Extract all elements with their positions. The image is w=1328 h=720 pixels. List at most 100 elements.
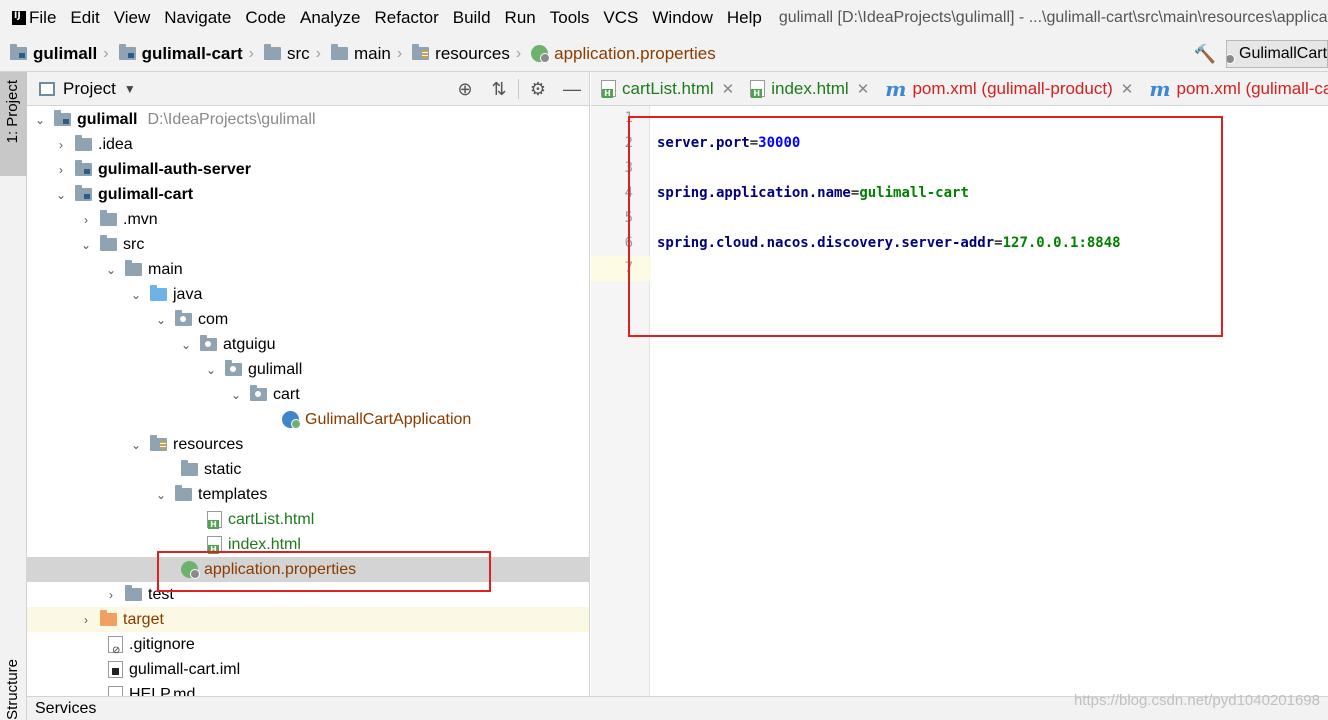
- tree-node-gulimall-cart-iml[interactable]: gulimall-cart.iml: [27, 657, 589, 682]
- collapsed-arrow-icon[interactable]: ›: [54, 138, 68, 152]
- tree-node-resources[interactable]: ⌄ resources: [27, 432, 589, 457]
- tree-node-gulimall[interactable]: ⌄ gulimall D:\IdeaProjects\gulimall: [27, 107, 589, 132]
- close-icon[interactable]: ✕: [1121, 80, 1134, 98]
- tab-cartlist-html[interactable]: cartList.html ✕: [591, 79, 740, 99]
- tree-node-label: atguigu: [223, 335, 276, 353]
- tree-node-atguigu[interactable]: ⌄ atguigu: [27, 332, 589, 357]
- menu-run[interactable]: Run: [498, 8, 543, 28]
- expanded-arrow-icon[interactable]: ⌄: [129, 288, 143, 302]
- breadcrumb-resources[interactable]: resources ›: [402, 44, 521, 64]
- spring-boot-class-icon: [282, 411, 301, 429]
- tree-node-com[interactable]: ⌄ com: [27, 307, 589, 332]
- expanded-arrow-icon[interactable]: ⌄: [129, 438, 143, 452]
- red-highlight-box: [157, 551, 491, 592]
- tree-node-label: gulimall: [248, 360, 303, 378]
- menu-edit[interactable]: Edit: [63, 8, 106, 28]
- package-icon: [225, 360, 242, 376]
- run-config-label: GulimallCartApplication: [1239, 45, 1328, 62]
- tree-node-main[interactable]: ⌄ main: [27, 257, 589, 282]
- close-icon[interactable]: ✕: [857, 80, 870, 98]
- project-panel: Project ▼ ⊕ ⇅ ⚙ — ⌄ gulimall D:\IdeaProj…: [27, 72, 590, 696]
- tree-node-gulimall-cart-application[interactable]: GulimallCartApplication: [27, 407, 589, 432]
- expanded-arrow-icon[interactable]: ⌄: [33, 113, 47, 127]
- build-hammer-icon[interactable]: 🔨: [1194, 44, 1216, 65]
- hide-panel-icon[interactable]: —: [555, 79, 589, 100]
- expanded-arrow-icon[interactable]: ⌄: [154, 488, 168, 502]
- expanded-arrow-icon[interactable]: ⌄: [229, 388, 243, 402]
- expanded-arrow-icon[interactable]: ⌄: [204, 363, 218, 377]
- tab-index-html[interactable]: index.html ✕: [740, 79, 875, 99]
- module-folder-icon: [75, 160, 92, 176]
- folder-icon: [100, 210, 117, 226]
- line-number: 4: [624, 185, 633, 201]
- breadcrumb-src[interactable]: src ›: [254, 44, 321, 64]
- folder-icon: [125, 585, 142, 601]
- tree-node-cart[interactable]: ⌄ cart: [27, 382, 589, 407]
- tab-pom-gulimall-cart[interactable]: m pom.xml (gulimall-cart): [1139, 77, 1328, 101]
- structure-tool-window-button[interactable]: Structure: [4, 659, 21, 720]
- tree-node-src[interactable]: ⌄ src: [27, 232, 589, 257]
- tree-node-cartlist-html[interactable]: cartList.html: [27, 507, 589, 532]
- menu-refactor[interactable]: Refactor: [367, 8, 445, 28]
- tree-node-gulimall-auth-server[interactable]: › gulimall-auth-server: [27, 157, 589, 182]
- tree-node-mvn[interactable]: › .mvn: [27, 207, 589, 232]
- menu-navigate[interactable]: Navigate: [157, 8, 238, 28]
- expanded-arrow-icon[interactable]: ⌄: [179, 338, 193, 352]
- menu-vcs[interactable]: VCS: [596, 8, 645, 28]
- tree-node-java[interactable]: ⌄ java: [27, 282, 589, 307]
- tree-node-templates[interactable]: ⌄ templates: [27, 482, 589, 507]
- html-file-icon: [601, 80, 616, 98]
- breadcrumb-gulimall-cart[interactable]: gulimall-cart ›: [109, 44, 254, 64]
- collapsed-arrow-icon[interactable]: ›: [79, 213, 93, 227]
- tree-node-help-md[interactable]: HELP.md: [27, 682, 589, 697]
- folder-icon: [330, 44, 348, 60]
- html-file-icon: [750, 80, 766, 98]
- run-configuration-selector[interactable]: GulimallCartApplication: [1226, 40, 1328, 68]
- tree-node-label: HELP.md: [129, 685, 196, 697]
- breadcrumb-gulimall[interactable]: gulimall ›: [0, 44, 109, 64]
- menu-window[interactable]: Window: [645, 8, 719, 28]
- tree-node-gulimall-cart[interactable]: ⌄ gulimall-cart: [27, 182, 589, 207]
- expanded-arrow-icon[interactable]: ⌄: [104, 263, 118, 277]
- project-view-selector[interactable]: Project: [63, 79, 116, 99]
- tree-node-gitignore[interactable]: .gitignore: [27, 632, 589, 657]
- menu-build[interactable]: Build: [446, 8, 498, 28]
- expanded-arrow-icon[interactable]: ⌄: [79, 238, 93, 252]
- breadcrumb-label: gulimall: [33, 43, 98, 63]
- iml-file-icon: [108, 661, 123, 678]
- menu-code[interactable]: Code: [238, 8, 293, 28]
- breadcrumb-label: main: [353, 43, 391, 63]
- menu-file[interactable]: File: [22, 8, 63, 28]
- tree-node-gulimall-package[interactable]: ⌄ gulimall: [27, 357, 589, 382]
- collapsed-arrow-icon[interactable]: ›: [54, 163, 68, 177]
- project-tool-window-button[interactable]: 1: Project: [0, 72, 27, 176]
- project-panel-header: Project ▼ ⊕ ⇅ ⚙ —: [27, 72, 589, 106]
- line-number: 3: [624, 160, 633, 176]
- locate-file-icon[interactable]: ⊕: [448, 79, 482, 100]
- tree-node-label: .mvn: [123, 210, 158, 228]
- menu-tools[interactable]: Tools: [543, 8, 597, 28]
- line-number: 7: [624, 260, 633, 276]
- package-icon: [200, 335, 217, 351]
- collapsed-arrow-icon[interactable]: ›: [104, 588, 118, 602]
- tree-node-static[interactable]: static: [27, 457, 589, 482]
- breadcrumb-main[interactable]: main ›: [321, 44, 402, 64]
- expanded-arrow-icon[interactable]: ⌄: [54, 188, 68, 202]
- breadcrumb-application-properties[interactable]: application.properties: [521, 44, 716, 64]
- tree-node-target[interactable]: › target: [27, 607, 589, 632]
- tab-pom-gulimall-product[interactable]: m pom.xml (gulimall-product) ✕: [875, 77, 1139, 101]
- menu-analyze[interactable]: Analyze: [293, 8, 367, 28]
- tab-label: pom.xml (gulimall-cart): [1176, 78, 1328, 98]
- close-icon[interactable]: ✕: [722, 80, 735, 98]
- tab-label: pom.xml (gulimall-product): [912, 78, 1113, 98]
- services-tool-button[interactable]: Services: [35, 700, 96, 718]
- dropdown-caret-icon[interactable]: ▼: [124, 82, 136, 96]
- collapsed-arrow-icon[interactable]: ›: [79, 613, 93, 627]
- expanded-arrow-icon[interactable]: ⌄: [154, 313, 168, 327]
- project-tool-label: 1: Project: [4, 80, 21, 144]
- menu-help[interactable]: Help: [720, 8, 769, 28]
- gear-icon[interactable]: ⚙: [521, 79, 555, 100]
- menu-view[interactable]: View: [107, 8, 158, 28]
- collapse-all-icon[interactable]: ⇅: [482, 79, 516, 100]
- tree-node-idea[interactable]: › .idea: [27, 132, 589, 157]
